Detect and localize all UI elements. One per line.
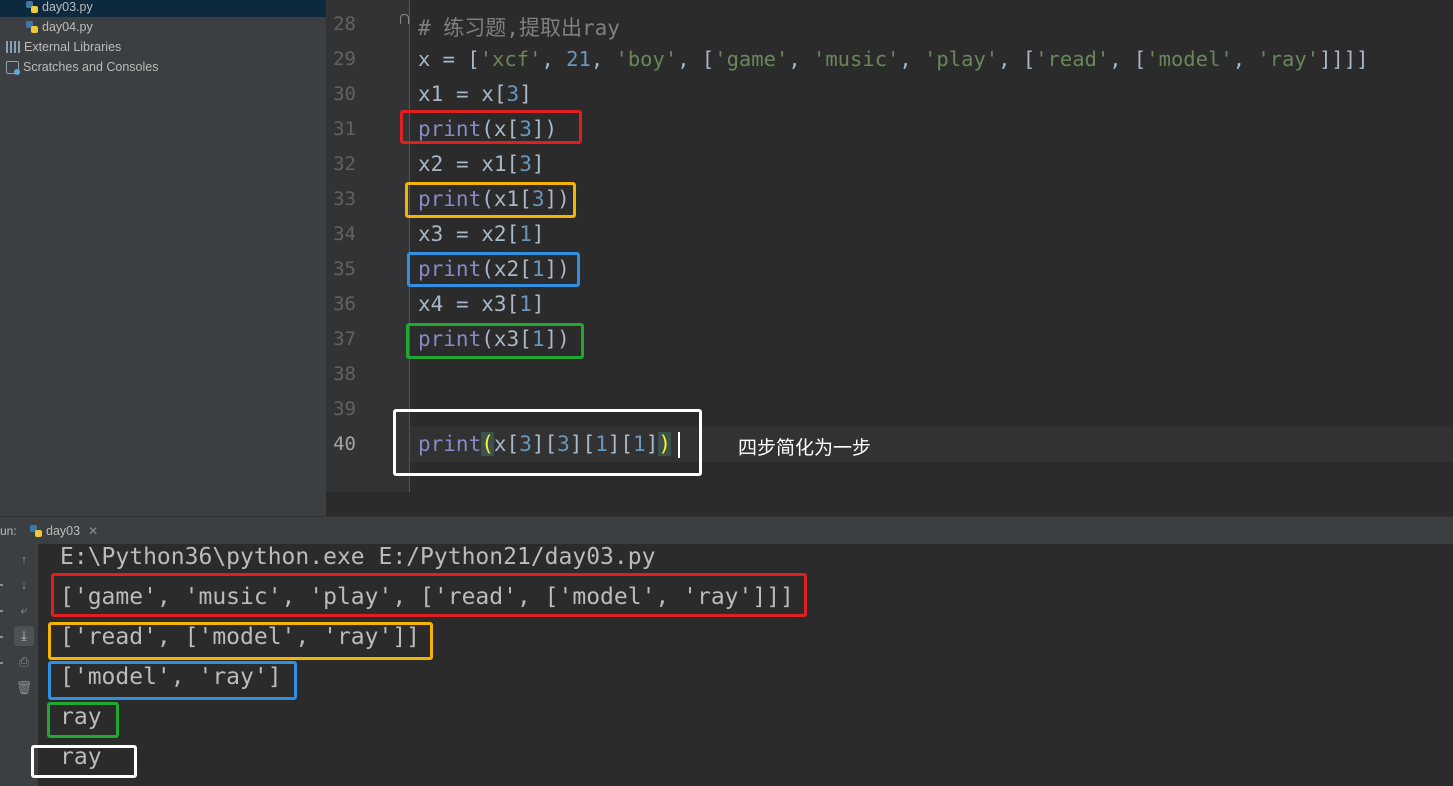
python-file-icon — [30, 525, 42, 537]
code-line-28: # 练习题,提取出ray — [418, 16, 620, 40]
edge-mark — [0, 636, 3, 638]
edge-mark — [0, 610, 3, 612]
tree-item-external-libraries[interactable]: External Libraries — [6, 37, 121, 57]
line-number: 31 — [333, 118, 356, 140]
trash-icon[interactable]: 🗑 — [14, 678, 34, 698]
python-file-icon — [26, 21, 38, 33]
tree-item-label: External Libraries — [24, 40, 122, 54]
index: 3 — [519, 152, 532, 176]
tree-item-scratches[interactable]: Scratches and Consoles — [6, 57, 159, 77]
literal: 'boy' — [615, 47, 678, 71]
literal: 'model' — [1146, 47, 1233, 71]
line-number: 36 — [333, 293, 356, 315]
line-number: 30 — [333, 83, 356, 105]
highlight-box-red — [400, 110, 582, 144]
highlight-box-white — [31, 745, 137, 778]
literal: 'ray' — [1257, 47, 1320, 71]
highlight-box-yellow — [48, 622, 433, 660]
highlight-box-green — [406, 323, 584, 359]
tree-item-label: Scratches and Consoles — [23, 60, 159, 74]
line-number: 40 — [333, 433, 356, 455]
annotation-text: 四步简化为一步 — [738, 437, 872, 459]
highlight-box-white — [393, 409, 702, 476]
code-line-32: x2 = x1[3] — [418, 152, 545, 176]
var-name: x1 — [481, 152, 507, 176]
project-tool-window: day03.py day04.py External Libraries Scr… — [0, 0, 326, 516]
literal: 'read' — [1035, 47, 1110, 71]
print-icon[interactable]: ⎙ — [14, 652, 34, 672]
highlight-box-blue — [407, 252, 580, 287]
run-tab-day03[interactable]: day03 ✕ — [30, 517, 98, 545]
highlight-box-blue — [48, 661, 297, 700]
up-arrow-icon[interactable]: ↑ — [14, 550, 34, 570]
var-name: x1 — [418, 82, 444, 106]
tree-item-label: day03.py — [42, 0, 93, 14]
soft-wrap-icon[interactable]: ⤶ — [14, 600, 34, 620]
highlight-box-red — [51, 573, 807, 617]
comment-text: 练习题,提取出ray — [443, 16, 620, 40]
python-file-icon — [26, 1, 38, 13]
run-tab-label: day03 — [46, 524, 81, 538]
editor-bottom-area — [326, 492, 1453, 516]
run-label: un: — [0, 524, 17, 538]
line-number: 39 — [333, 398, 356, 420]
line-number: 28 — [333, 13, 356, 35]
literal: 'xcf' — [479, 47, 542, 71]
var-name: x3 — [418, 222, 444, 246]
line-number: 38 — [333, 363, 356, 385]
line-number: 35 — [333, 258, 356, 280]
var-name: x3 — [481, 292, 507, 316]
code-line-36: x4 = x3[1] — [418, 292, 545, 316]
close-icon[interactable]: ✕ — [88, 524, 98, 538]
var-name: x — [418, 47, 431, 71]
var-name: x — [481, 82, 494, 106]
console-line: E:\Python36\python.exe E:/Python21/day03… — [60, 544, 656, 570]
line-number: 33 — [333, 188, 356, 210]
scroll-to-end-icon[interactable]: ⤓ — [14, 626, 34, 646]
tree-item-day04[interactable]: day04.py — [26, 17, 93, 37]
index: 1 — [519, 292, 532, 316]
highlight-box-yellow — [405, 182, 576, 218]
line-number: 37 — [333, 328, 356, 350]
highlight-box-green — [47, 702, 119, 738]
scratches-icon — [6, 60, 20, 75]
var-name: x2 — [481, 222, 507, 246]
index: 3 — [506, 82, 520, 106]
line-number: 34 — [333, 223, 356, 245]
run-tool-window-header: un: day03 ✕ — [0, 516, 1453, 544]
fold-marker-icon[interactable] — [400, 14, 409, 24]
line-number: 32 — [333, 153, 356, 175]
code-line-29: x = ['xcf', 21, 'boy', ['game', 'music',… — [418, 47, 1369, 71]
tree-item-day03[interactable]: day03.py — [0, 0, 326, 17]
library-icon — [6, 41, 20, 53]
code-line-30: x1 = x[3] — [418, 82, 532, 106]
edge-mark — [0, 662, 3, 664]
line-number: 29 — [333, 48, 356, 70]
edge-mark — [0, 584, 3, 586]
var-name: x2 — [418, 152, 444, 176]
code-line-34: x3 = x2[1] — [418, 222, 545, 246]
tree-item-label: day04.py — [42, 20, 93, 34]
index: 1 — [519, 222, 532, 246]
literal: 'play' — [924, 47, 999, 71]
literal: 'music' — [813, 47, 900, 71]
var-name: x4 — [418, 292, 444, 316]
literal: 21 — [566, 47, 591, 71]
literal: 'game' — [714, 47, 789, 71]
down-arrow-icon[interactable]: ↓ — [14, 575, 34, 595]
